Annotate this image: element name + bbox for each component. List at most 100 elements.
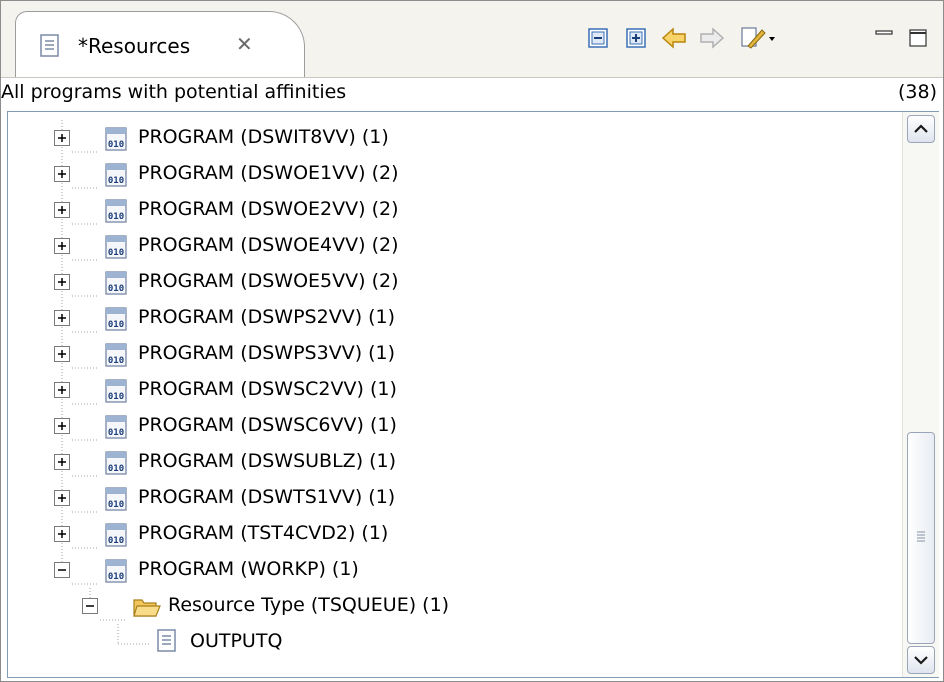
binary-program-icon: 010 xyxy=(104,162,130,192)
tree-item-program[interactable]: 010 PROGRAM (DSWSC6VV) (1) xyxy=(8,408,888,444)
tree-connector xyxy=(72,318,98,337)
tree-connector xyxy=(72,534,98,553)
tree-connector xyxy=(72,138,98,157)
svg-text:010: 010 xyxy=(108,392,124,402)
tree-item-program[interactable]: 010 PROGRAM (DSWOE5VV) (2) xyxy=(8,264,888,300)
tree-item-program[interactable]: 010 PROGRAM (DSWOE4VV) (2) xyxy=(8,228,888,264)
tree-item-label: PROGRAM (DSWSC6VV) (1) xyxy=(138,414,397,436)
tree-connector xyxy=(72,174,98,193)
svg-text:010: 010 xyxy=(108,500,124,510)
expand-icon[interactable] xyxy=(54,166,70,186)
tree-connector xyxy=(72,390,98,409)
tree-connector xyxy=(72,246,98,265)
binary-program-icon: 010 xyxy=(104,486,130,516)
tree-item-label: OUTPUTQ xyxy=(190,630,283,652)
document-icon xyxy=(40,34,60,62)
expand-icon[interactable] xyxy=(54,238,70,258)
expand-icon[interactable] xyxy=(54,346,70,366)
forward-arrow-icon[interactable] xyxy=(699,25,725,51)
expand-icon[interactable] xyxy=(54,418,70,438)
tree-connector xyxy=(72,426,98,445)
tree-item-label: PROGRAM (DSWTS1VV) (1) xyxy=(138,486,396,508)
tree-item-program[interactable]: 010 PROGRAM (TST4CVD2) (1) xyxy=(8,516,888,552)
svg-text:010: 010 xyxy=(108,536,124,546)
tree-item-label: PROGRAM (DSWPS2VV) (1) xyxy=(138,306,396,328)
collapse-icon[interactable] xyxy=(82,598,98,618)
open-folder-icon xyxy=(132,594,162,624)
svg-text:010: 010 xyxy=(108,464,124,474)
tree-item-label: PROGRAM (DSWOE1VV) (2) xyxy=(138,162,399,184)
tree-item-label: PROGRAM (DSWOE4VV) (2) xyxy=(138,234,399,256)
svg-text:010: 010 xyxy=(108,356,124,366)
chevron-up-icon xyxy=(914,124,928,133)
tree-item-label: PROGRAM (DSWSC2VV) (1) xyxy=(138,378,397,400)
tree-item-program[interactable]: 010 PROGRAM (DSWSUBLZ) (1) xyxy=(8,444,888,480)
view-subheader: All programs with potential affinities (… xyxy=(1,81,943,111)
scroll-up-button[interactable] xyxy=(907,115,935,143)
tree-connector xyxy=(100,606,126,625)
maximize-icon[interactable] xyxy=(905,25,931,51)
vertical-scrollbar[interactable] xyxy=(902,112,939,677)
tree-item-program-expanded[interactable]: 010 PROGRAM (WORKP) (1) xyxy=(8,552,888,588)
tree-item-label: Resource Type (TSQUEUE) (1) xyxy=(168,594,450,616)
binary-program-icon: 010 xyxy=(104,270,130,300)
svg-text:010: 010 xyxy=(108,572,124,582)
binary-program-icon: 010 xyxy=(104,342,130,372)
expand-icon[interactable] xyxy=(54,130,70,150)
tab-label: *Resources xyxy=(78,34,191,58)
svg-text:010: 010 xyxy=(108,284,124,294)
tree-connector xyxy=(72,462,98,481)
subtitle: All programs with potential affinities xyxy=(1,81,347,103)
tree-item-resource-type[interactable]: Resource Type (TSQUEUE) (1) xyxy=(8,588,888,624)
collapse-all-icon[interactable] xyxy=(585,25,611,51)
tree-item-program[interactable]: 010 PROGRAM (DSWOE2VV) (2) xyxy=(8,192,888,228)
tree-item-program[interactable]: 010 PROGRAM (DSWTS1VV) (1) xyxy=(8,480,888,516)
svg-text:010: 010 xyxy=(108,320,124,330)
grip-icon xyxy=(917,531,925,542)
resources-tab[interactable]: *Resources ✕ xyxy=(15,11,305,77)
binary-program-icon: 010 xyxy=(104,234,130,264)
expand-icon[interactable] xyxy=(54,274,70,294)
expand-icon[interactable] xyxy=(54,454,70,474)
scroll-down-button[interactable] xyxy=(907,646,935,674)
collapse-icon[interactable] xyxy=(54,562,70,582)
binary-program-icon: 010 xyxy=(104,198,130,228)
svg-text:010: 010 xyxy=(108,176,124,186)
close-icon[interactable]: ✕ xyxy=(236,32,253,56)
binary-program-icon: 010 xyxy=(104,306,130,336)
tree-connector xyxy=(72,282,98,301)
tree-item-program[interactable]: 010 PROGRAM (DSWOE1VV) (2) xyxy=(8,156,888,192)
tree-item-label: PROGRAM (DSWOE5VV) (2) xyxy=(138,270,399,292)
expand-icon[interactable] xyxy=(54,490,70,510)
svg-text:010: 010 xyxy=(108,212,124,222)
svg-text:010: 010 xyxy=(108,248,124,258)
tree-item-label: PROGRAM (DSWOE2VV) (2) xyxy=(138,198,399,220)
expand-icon[interactable] xyxy=(54,202,70,222)
resource-tree[interactable]: 010 PROGRAM (DSWIT8VV) (1) 010 PROGRAM (… xyxy=(7,111,939,678)
scrollbar-thumb[interactable] xyxy=(907,432,935,644)
result-count: (38) xyxy=(897,81,937,103)
minimize-icon[interactable] xyxy=(871,25,897,51)
tree-item-program[interactable]: 010 PROGRAM (DSWSC2VV) (1) xyxy=(8,372,888,408)
binary-program-icon: 010 xyxy=(104,558,130,588)
tree-item-label: PROGRAM (WORKP) (1) xyxy=(138,558,359,580)
tree-item-program[interactable]: 010 PROGRAM (DSWIT8VV) (1) xyxy=(8,120,888,156)
tree-item-resource[interactable]: OUTPUTQ xyxy=(8,624,888,660)
binary-program-icon: 010 xyxy=(104,414,130,444)
tree-connector xyxy=(72,498,98,517)
tree-item-label: PROGRAM (DSWIT8VV) (1) xyxy=(138,126,389,148)
svg-text:010: 010 xyxy=(108,428,124,438)
expand-icon[interactable] xyxy=(54,382,70,402)
tree-item-label: PROGRAM (DSWPS3VV) (1) xyxy=(138,342,396,364)
tree-item-program[interactable]: 010 PROGRAM (DSWPS2VV) (1) xyxy=(8,300,888,336)
expand-all-icon[interactable] xyxy=(623,25,649,51)
view-menu-icon[interactable] xyxy=(739,25,779,51)
tree-item-program[interactable]: 010 PROGRAM (DSWPS3VV) (1) xyxy=(8,336,888,372)
expand-icon[interactable] xyxy=(54,526,70,546)
binary-program-icon: 010 xyxy=(104,378,130,408)
binary-program-icon: 010 xyxy=(104,522,130,552)
view-header: *Resources ✕ xyxy=(1,1,943,78)
expand-icon[interactable] xyxy=(54,310,70,330)
tree-connector xyxy=(72,570,98,589)
back-arrow-icon[interactable] xyxy=(661,25,687,51)
